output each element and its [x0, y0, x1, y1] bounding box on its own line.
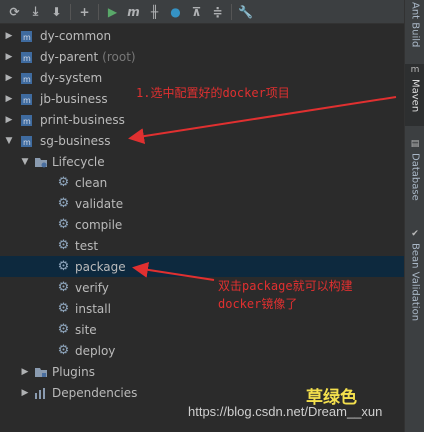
- settings-icon[interactable]: 🔧: [235, 2, 256, 22]
- maven-icon: m: [410, 65, 420, 75]
- phase-label: verify: [75, 280, 109, 295]
- lifecycle-phase-install[interactable]: ⚙ install: [0, 298, 404, 319]
- lifecycle-phase-compile[interactable]: ⚙ compile: [0, 214, 404, 235]
- gear-icon: ⚙: [57, 259, 70, 274]
- execute-goal-icon[interactable]: m: [123, 2, 144, 22]
- phase-label: compile: [75, 217, 123, 232]
- right-tool-strip: Ant Build m Maven ▤ Database ✔ Bean Vali…: [404, 0, 424, 432]
- maven-module-icon: m: [20, 71, 36, 85]
- maven-module-icon: m: [20, 113, 36, 127]
- show-dependencies-icon[interactable]: ⊼: [186, 2, 207, 22]
- tab-ant-build[interactable]: Ant Build: [405, 2, 424, 50]
- lifecycle-folder-icon: [34, 156, 48, 168]
- tree-node-sg-business[interactable]: ▼ m sg-business: [0, 130, 404, 151]
- toggle-offline-icon[interactable]: ╫: [144, 2, 165, 22]
- tab-maven-label: Maven: [409, 79, 421, 113]
- root-suffix: (root): [102, 49, 136, 64]
- phase-label: deploy: [75, 343, 116, 358]
- maven-module-icon: m: [20, 92, 36, 106]
- collapse-all-icon[interactable]: ≑: [207, 2, 228, 22]
- svg-text:m: m: [23, 138, 31, 147]
- phase-label: site: [75, 322, 97, 337]
- collapse-arrow-icon[interactable]: ▼: [4, 136, 14, 146]
- annotation-double-click-package-2: docker镜像了: [218, 297, 298, 311]
- download-icon[interactable]: ⬇: [46, 2, 67, 22]
- maven-module-icon: m: [20, 50, 36, 64]
- maven-toolbar: ⟳ ⤓ ⬇ + ▶ m ╫ ● ⊼ ≑ 🔧: [0, 0, 404, 24]
- tree-node-label: dy-system: [40, 70, 103, 85]
- svg-text:m: m: [23, 117, 31, 126]
- tree-node-print-business[interactable]: ▶ m print-business: [0, 109, 404, 130]
- expand-arrow-icon[interactable]: ▶: [4, 31, 14, 41]
- database-icon: ▤: [410, 139, 420, 149]
- tab-bean-validation-label: Bean Validation: [409, 243, 421, 322]
- tree-node-label: dy-common: [40, 28, 112, 43]
- expand-arrow-icon[interactable]: ▶: [4, 115, 14, 125]
- lifecycle-phase-deploy[interactable]: ⚙ deploy: [0, 340, 404, 361]
- tab-database-label: Database: [409, 153, 421, 201]
- tab-database[interactable]: ▤ Database: [405, 138, 424, 210]
- tree-node-plugins[interactable]: ▶ Plugins: [0, 361, 404, 382]
- gear-icon: ⚙: [57, 175, 70, 190]
- svg-text:m: m: [23, 96, 31, 105]
- add-icon[interactable]: +: [74, 2, 95, 22]
- expand-arrow-icon[interactable]: ▶: [20, 388, 30, 398]
- tab-ant-build-label: Ant Build: [409, 2, 421, 48]
- tab-maven[interactable]: m Maven: [405, 64, 424, 126]
- expand-arrow-icon[interactable]: ▶: [4, 94, 14, 104]
- lifecycle-phase-test[interactable]: ⚙ test: [0, 235, 404, 256]
- phase-label: clean: [75, 175, 108, 190]
- lifecycle-phase-package[interactable]: ⚙ package: [0, 256, 404, 277]
- plugins-folder-icon: [34, 366, 48, 378]
- phase-label: validate: [75, 196, 124, 211]
- gear-icon: ⚙: [57, 238, 70, 253]
- phase-label: install: [75, 301, 111, 316]
- maven-module-icon: m: [20, 134, 36, 148]
- lifecycle-phase-clean[interactable]: ⚙ clean: [0, 172, 404, 193]
- reimport-icon[interactable]: ⤓: [25, 2, 46, 22]
- toolbar-separator: [98, 3, 99, 20]
- tree-node-label: Lifecycle: [52, 154, 105, 169]
- expand-arrow-icon[interactable]: ▶: [4, 52, 14, 62]
- annotation-select-project: 1.选中配置好的docker项目: [136, 86, 290, 100]
- gear-icon: ⚙: [57, 322, 70, 337]
- collapse-arrow-icon[interactable]: ▼: [20, 157, 30, 167]
- skip-tests-icon[interactable]: ●: [165, 2, 186, 22]
- phase-label: package: [75, 259, 126, 274]
- tree-node-dy-parent[interactable]: ▶ m dy-parent (root): [0, 46, 404, 67]
- maven-module-icon: m: [20, 29, 36, 43]
- tree-node-label: print-business: [40, 112, 125, 127]
- refresh-icon[interactable]: ⟳: [4, 2, 25, 22]
- gear-icon: ⚙: [57, 301, 70, 316]
- lifecycle-phase-validate[interactable]: ⚙ validate: [0, 193, 404, 214]
- gear-icon: ⚙: [57, 343, 70, 358]
- dependencies-icon: [34, 387, 48, 399]
- tree-node-label: sg-business: [40, 133, 111, 148]
- toolbar-separator: [70, 3, 71, 20]
- bean-validation-icon: ✔: [411, 229, 419, 239]
- annotation-double-click-package-1: 双击package就可以构建: [218, 279, 353, 293]
- tree-node-label: Dependencies: [52, 385, 138, 400]
- svg-text:m: m: [23, 75, 31, 84]
- expand-arrow-icon[interactable]: ▶: [4, 73, 14, 83]
- run-icon[interactable]: ▶: [102, 2, 123, 22]
- lifecycle-phase-site[interactable]: ⚙ site: [0, 319, 404, 340]
- tab-bean-validation[interactable]: ✔ Bean Validation: [405, 228, 424, 330]
- expand-arrow-icon[interactable]: ▶: [20, 367, 30, 377]
- svg-text:m: m: [23, 33, 31, 42]
- phase-label: test: [75, 238, 99, 253]
- svg-text:m: m: [23, 54, 31, 63]
- gear-icon: ⚙: [57, 196, 70, 211]
- tree-node-lifecycle[interactable]: ▼ Lifecycle: [0, 151, 404, 172]
- toolbar-separator: [231, 3, 232, 20]
- tree-node-label: dy-parent: [40, 49, 99, 64]
- gear-icon: ⚙: [57, 217, 70, 232]
- tree-node-label: Plugins: [52, 364, 95, 379]
- gear-icon: ⚙: [57, 280, 70, 295]
- tree-node-label: jb-business: [40, 91, 108, 106]
- tree-node-dy-common[interactable]: ▶ m dy-common: [0, 25, 404, 46]
- csdn-watermark: https://blog.csdn.net/Dream__xun: [188, 404, 383, 419]
